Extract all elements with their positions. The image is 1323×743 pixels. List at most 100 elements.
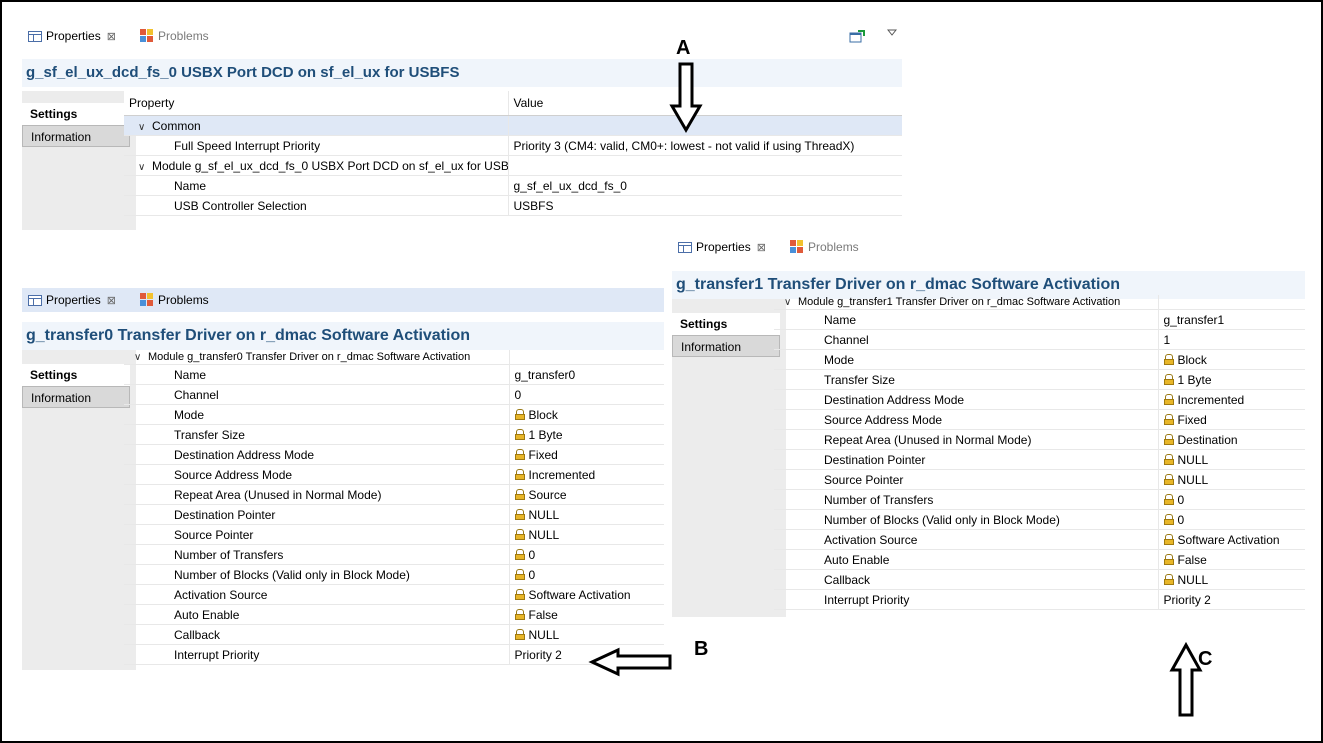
property-value[interactable]: 1 Byte <box>509 424 664 445</box>
table-row[interactable]: Destination Pointer NULL <box>124 504 664 525</box>
property-value[interactable]: NULL <box>509 624 664 645</box>
table-row[interactable]: Number of Transfers 0 <box>774 489 1305 510</box>
sidebar-item-information[interactable]: Information <box>672 335 780 357</box>
column-header-value[interactable]: Value <box>508 91 902 116</box>
table-row[interactable]: Callback NULL <box>124 624 664 645</box>
property-value[interactable]: NULL <box>1158 449 1305 470</box>
table-row[interactable]: Interrupt Priority Priority 2 <box>774 589 1305 610</box>
close-icon[interactable]: ⊠ <box>757 241 766 254</box>
chevron-down-icon[interactable]: ∨ <box>138 162 152 173</box>
sidebar-item-settings[interactable]: Settings <box>672 313 780 335</box>
property-value[interactable]: g_transfer1 <box>1158 309 1305 330</box>
table-row[interactable]: Activation Source Software Activation <box>774 529 1305 550</box>
property-name: Name <box>124 175 509 196</box>
property-value[interactable]: NULL <box>509 524 664 545</box>
table-row[interactable]: Number of Blocks (Valid only in Block Mo… <box>774 509 1305 530</box>
property-value[interactable]: False <box>1158 549 1305 570</box>
tab-properties[interactable]: Properties ⊠ <box>28 24 116 48</box>
property-name: Number of Blocks (Valid only in Block Mo… <box>774 509 1159 530</box>
group-row-module[interactable]: ∨ Module g_transfer0 Transfer Driver on r… <box>124 350 664 365</box>
table-row[interactable]: Name g_sf_el_ux_dcd_fs_0 <box>124 175 902 196</box>
close-icon[interactable]: ⊠ <box>107 30 116 43</box>
property-value[interactable]: Fixed <box>509 444 664 465</box>
table-row[interactable]: Auto Enable False <box>124 604 664 625</box>
close-icon[interactable]: ⊠ <box>107 294 116 307</box>
property-value[interactable]: False <box>509 604 664 625</box>
table-row[interactable]: Full Speed Interrupt Priority Priority 3… <box>124 135 902 156</box>
table-row[interactable]: Source Pointer NULL <box>124 524 664 545</box>
property-value[interactable]: Incremented <box>1158 389 1305 410</box>
property-value[interactable]: Block <box>1158 349 1305 370</box>
table-row[interactable]: Destination Pointer NULL <box>774 449 1305 470</box>
sidebar-item-information[interactable]: Information <box>22 386 130 408</box>
property-value[interactable]: g_transfer0 <box>509 364 664 385</box>
table-row[interactable]: Name g_transfer0 <box>124 364 664 385</box>
property-value[interactable]: Software Activation <box>509 584 664 605</box>
table-row[interactable]: Interrupt Priority Priority 2 <box>124 644 664 665</box>
property-value[interactable]: 0 <box>509 544 664 565</box>
property-value[interactable]: Destination <box>1158 429 1305 450</box>
property-value[interactable]: NULL <box>1158 569 1305 590</box>
property-value[interactable]: Software Activation <box>1158 529 1305 550</box>
table-row[interactable]: Destination Address Mode Fixed <box>124 444 664 465</box>
property-value[interactable]: 1 Byte <box>1158 369 1305 390</box>
group-row-module[interactable]: ∨ Module g_sf_el_ux_dcd_fs_0 USBX Port DC… <box>124 155 902 176</box>
table-row[interactable]: Activation Source Software Activation <box>124 584 664 605</box>
property-value[interactable]: Fixed <box>1158 409 1305 430</box>
property-value[interactable]: Priority 3 (CM4: valid, CM0+: lowest - n… <box>508 135 902 156</box>
property-name: Callback <box>774 569 1159 590</box>
table-row[interactable]: Source Pointer NULL <box>774 469 1305 490</box>
tab-properties[interactable]: Properties ⊠ <box>28 288 116 312</box>
property-value[interactable]: NULL <box>509 504 664 525</box>
table-row[interactable]: Source Address Mode Fixed <box>774 409 1305 430</box>
table-row[interactable]: Auto Enable False <box>774 549 1305 570</box>
table-row[interactable]: Channel 1 <box>774 329 1305 350</box>
table-row[interactable]: Repeat Area (Unused in Normal Mode) Desti… <box>774 429 1305 450</box>
property-table: ∨ Module g_transfer1 Transfer Driver on r… <box>774 295 1305 610</box>
sidebar-item-information[interactable]: Information <box>22 125 130 147</box>
property-value[interactable]: 0 <box>1158 489 1305 510</box>
table-row[interactable]: USB Controller Selection USBFS <box>124 195 902 216</box>
property-value[interactable]: 0 <box>509 384 664 405</box>
sidebar-item-settings[interactable]: Settings <box>22 103 130 125</box>
table-row[interactable]: Name g_transfer1 <box>774 309 1305 330</box>
table-row[interactable]: Number of Transfers 0 <box>124 544 664 565</box>
table-row[interactable]: Transfer Size 1 Byte <box>124 424 664 445</box>
property-name: Repeat Area (Unused in Normal Mode) <box>774 429 1159 450</box>
table-row[interactable]: Channel 0 <box>124 384 664 405</box>
property-value[interactable]: USBFS <box>508 195 902 216</box>
group-row-common[interactable]: ∨ Common <box>124 115 902 136</box>
group-row-module[interactable]: ∨ Module g_transfer1 Transfer Driver on r… <box>774 295 1305 310</box>
property-value[interactable]: 0 <box>1158 509 1305 530</box>
panel-title: g_sf_el_ux_dcd_fs_0 USBX Port DCD on sf_… <box>22 59 902 87</box>
property-value[interactable]: 0 <box>509 564 664 585</box>
sidebar-item-settings[interactable]: Settings <box>22 364 130 386</box>
chevron-down-icon[interactable]: ∨ <box>784 297 798 308</box>
pin-view-icon[interactable] <box>849 30 865 44</box>
tab-problems[interactable]: Problems <box>140 288 209 312</box>
property-value[interactable]: Source <box>509 484 664 505</box>
table-row[interactable]: Mode Block <box>774 349 1305 370</box>
property-value[interactable]: Incremented <box>509 464 664 485</box>
table-row[interactable]: Repeat Area (Unused in Normal Mode) Sourc… <box>124 484 664 505</box>
chevron-down-icon[interactable]: ∨ <box>138 122 152 133</box>
tab-properties[interactable]: Properties ⊠ <box>678 235 766 259</box>
property-value[interactable]: Priority 2 <box>1158 589 1305 610</box>
property-name: Number of Transfers <box>774 489 1159 510</box>
table-row[interactable]: Number of Blocks (Valid only in Block Mo… <box>124 564 664 585</box>
property-value[interactable]: Block <box>509 404 664 425</box>
tab-problems[interactable]: Problems <box>140 24 209 48</box>
table-row[interactable]: Callback NULL <box>774 569 1305 590</box>
chevron-down-icon[interactable]: ∨ <box>134 352 148 363</box>
view-menu-icon[interactable] <box>887 29 897 37</box>
sidebar: Settings Information <box>22 91 136 230</box>
property-value[interactable]: NULL <box>1158 469 1305 490</box>
table-row[interactable]: Mode Block <box>124 404 664 425</box>
property-value[interactable]: g_sf_el_ux_dcd_fs_0 <box>508 175 902 196</box>
tab-problems[interactable]: Problems <box>790 235 859 259</box>
table-row[interactable]: Transfer Size 1 Byte <box>774 369 1305 390</box>
table-row[interactable]: Source Address Mode Incremented <box>124 464 664 485</box>
property-value[interactable]: 1 <box>1158 329 1305 350</box>
table-row[interactable]: Destination Address Mode Incremented <box>774 389 1305 410</box>
column-header-property[interactable]: Property <box>124 91 509 116</box>
